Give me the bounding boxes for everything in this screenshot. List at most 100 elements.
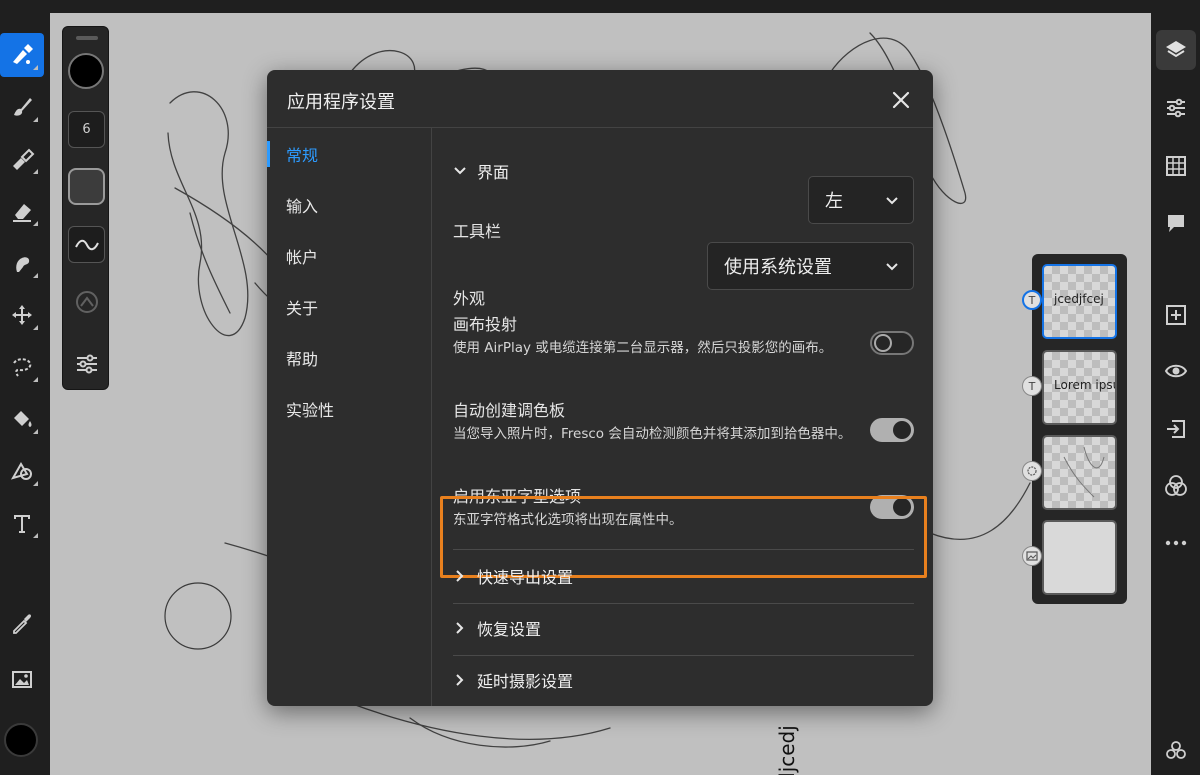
visibility-button[interactable] [1156, 351, 1196, 391]
pixel-brush-icon [14, 98, 32, 116]
move-transform-tool-button[interactable] [0, 293, 44, 337]
import-icon [1167, 420, 1185, 438]
eyedropper-tool-button[interactable] [0, 601, 44, 645]
image-icon [12, 671, 32, 688]
top-status-strip [0, 0, 1200, 13]
nav-item-general[interactable]: 常规 [267, 136, 431, 172]
canvas-projection-label: 画布投射 [453, 315, 518, 334]
vector-layer-badge-icon [1022, 461, 1042, 481]
divider [453, 549, 914, 550]
right-toolbar [1151, 13, 1200, 775]
canvas-vertical-text[interactable]: djcedj [775, 725, 799, 775]
vector-brush-tool-button[interactable] [0, 137, 44, 181]
section-timelapse-header[interactable]: 延时摄影设置 [453, 662, 573, 698]
section-interface-header[interactable]: 界面 [453, 153, 509, 189]
eyedropper-icon [13, 614, 31, 634]
brush-properties-panel: 6 [62, 26, 109, 390]
app-settings-dialog: 应用程序设置 常规 输入 帐户 关于 帮助 实验性 界面 工具栏 左 外观 使用… [267, 70, 933, 706]
lasso-icon [13, 358, 32, 377]
dialog-title: 应用程序设置 [287, 92, 395, 113]
nav-item-about[interactable]: 关于 [267, 289, 431, 325]
panel-drag-handle[interactable] [76, 36, 98, 40]
auto-palette-toggle[interactable] [870, 418, 914, 442]
modifier-icon [75, 290, 98, 313]
chevron-right-icon [456, 674, 464, 686]
nav-item-help[interactable]: 帮助 [267, 340, 431, 376]
section-restore-label: 恢复设置 [477, 620, 542, 639]
layer-thumb-text: jcedjfcej [1054, 292, 1104, 306]
brush-size-field[interactable]: 6 [68, 111, 105, 148]
section-quick-export-label: 快速导出设置 [477, 568, 574, 587]
shape-tool-button[interactable] [0, 449, 44, 493]
smudge-tool-button[interactable] [0, 241, 44, 285]
text-layer-badge-icon: T [1022, 376, 1042, 396]
chevron-right-icon [456, 570, 464, 582]
brush-settings-button[interactable] [68, 345, 105, 382]
layer-thumbnail-4[interactable] [1042, 520, 1117, 595]
brush-modifier-button[interactable] [68, 283, 105, 320]
nav-item-experimental[interactable]: 实验性 [267, 391, 431, 427]
toolbar-side-value: 左 [825, 191, 843, 212]
more-options-button[interactable] [1156, 523, 1196, 563]
eraser-tool-button[interactable] [0, 189, 44, 233]
canvas-projection-desc: 使用 AirPlay 或电缆连接第二台显示器，然后只投影您的画布。 [453, 340, 833, 356]
text-layer-badge-icon: T [1022, 290, 1042, 310]
dialog-header: 应用程序设置 [267, 70, 933, 128]
comments-button[interactable] [1156, 203, 1196, 243]
add-layer-button[interactable] [1156, 295, 1196, 335]
nav-item-input[interactable]: 输入 [267, 187, 431, 223]
sliders-icon [76, 354, 97, 373]
layer-properties-button[interactable] [1156, 88, 1196, 128]
appearance-label: 外观 [453, 289, 486, 308]
section-quick-export-header[interactable]: 快速导出设置 [453, 558, 573, 594]
close-button[interactable] [887, 86, 915, 114]
chevron-right-icon [456, 622, 464, 634]
eraser-icon [13, 204, 31, 222]
lasso-selection-tool-button[interactable] [0, 345, 44, 389]
type-t-icon [14, 515, 30, 533]
fill-tool-button[interactable] [0, 397, 44, 441]
toolbar-label: 工具栏 [453, 222, 502, 241]
nav-item-account[interactable]: 帐户 [267, 238, 431, 274]
vector-brush-icon [13, 148, 35, 170]
import-button[interactable] [1156, 409, 1196, 449]
canvas-projection-toggle[interactable] [870, 331, 914, 355]
color-circles-button[interactable] [1156, 731, 1196, 771]
type-tool-button[interactable] [0, 501, 44, 545]
left-toolbar [0, 13, 50, 775]
section-interface-label: 界面 [477, 163, 510, 182]
blend-mode-button[interactable] [1156, 466, 1196, 506]
live-brush-icon [13, 44, 33, 64]
brush-opacity-control[interactable] [68, 168, 105, 205]
move-icon [12, 305, 32, 325]
chevron-down-icon [886, 197, 898, 205]
layer-thumb-text: Lorem ipsum [1054, 378, 1115, 392]
section-restore-header[interactable]: 恢复设置 [453, 610, 541, 646]
pixel-brush-tool-button[interactable] [0, 85, 44, 129]
live-brush-tool-button[interactable] [0, 33, 44, 77]
layer-thumbnail-2[interactable]: Lorem ipsum [1042, 350, 1117, 425]
auto-palette-label: 自动创建调色板 [453, 401, 566, 420]
brush-smoothing-control[interactable] [68, 226, 105, 263]
layer-thumbnail-3[interactable] [1042, 435, 1117, 510]
current-color-swatch[interactable] [4, 723, 38, 757]
divider [453, 655, 914, 656]
more-dots-icon [1165, 540, 1187, 546]
place-image-tool-button[interactable] [0, 657, 44, 701]
image-layer-badge-icon [1022, 546, 1042, 566]
layer-thumbnail-1[interactable]: jcedjfcej [1042, 264, 1117, 339]
wave-icon [74, 239, 99, 250]
divider [453, 603, 914, 604]
smudge-icon [16, 257, 30, 272]
grid-button[interactable] [1156, 146, 1196, 186]
appearance-dropdown[interactable]: 使用系统设置 [707, 242, 914, 290]
brush-color-swatch[interactable] [68, 53, 104, 89]
toolbar-side-dropdown[interactable]: 左 [808, 176, 914, 224]
blend-circles-icon [1165, 475, 1187, 496]
chevron-down-icon [886, 263, 898, 271]
add-layer-icon [1166, 305, 1186, 325]
layers-panel: jcedjfcej T Lorem ipsum T [1022, 254, 1127, 604]
grid-icon [1166, 156, 1186, 176]
layers-toggle-button[interactable] [1156, 30, 1196, 70]
close-icon [892, 91, 910, 109]
